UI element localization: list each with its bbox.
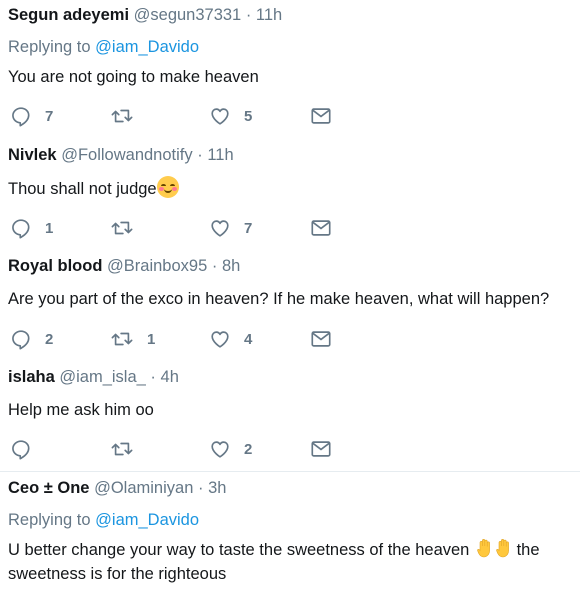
retweet-icon [110,105,134,127]
direct-message-button[interactable] [310,216,332,240]
heart-icon [209,328,231,350]
like-count: 5 [244,107,253,125]
tweet-actions: 2 1 4 [10,327,340,351]
retweet-button[interactable]: 1 [110,327,155,351]
tweet-text: Thou shall not judge [8,176,578,201]
heart-icon [209,438,231,460]
heart-icon [209,105,231,127]
tweet-header: islaha @iam_isla_ · 4h [8,368,179,387]
retweet-icon [110,328,134,350]
display-name[interactable]: Nivlek [8,146,57,164]
like-button[interactable]: 4 [209,327,252,351]
reply-count: 2 [45,330,54,348]
reply-count: 7 [45,107,54,125]
heart-icon [209,217,231,239]
tweet-header: Ceo ± One @Olaminiyan · 3h [8,479,226,498]
raised-hand-icon [496,538,512,558]
reply-icon [10,217,32,239]
display-name[interactable]: Ceo ± One [8,479,90,497]
timestamp[interactable]: 11h [207,146,233,164]
separator: · [245,6,252,24]
envelope-icon [310,328,332,350]
envelope-icon [310,438,332,460]
timestamp[interactable]: 11h [256,6,282,24]
tweet-actions: 2 [10,437,340,461]
mention-link[interactable]: @iam_Davido [95,511,199,529]
reply-icon [10,328,32,350]
like-count: 7 [244,219,253,237]
tweet-text: Are you part of the exco in heaven? If h… [8,290,550,308]
tweet-actions: 7 5 [10,104,340,128]
reply-button[interactable]: 1 [10,216,53,240]
retweet-count: 1 [147,330,156,348]
username[interactable]: @Brainbox95 [107,257,207,275]
direct-message-button[interactable] [310,327,332,351]
timestamp[interactable]: 4h [161,368,179,386]
replying-to: Replying to @iam_Davido [8,511,199,530]
separator: · [211,257,218,275]
mention-link[interactable]: @iam_Davido [95,38,199,56]
retweet-icon [110,217,134,239]
like-count: 4 [244,330,253,348]
display-name[interactable]: Royal blood [8,257,102,275]
like-button[interactable]: 7 [209,216,252,240]
reply-count: 1 [45,219,54,237]
replying-to: Replying to @iam_Davido [8,38,199,57]
tweet[interactable]: Ceo ± One @Olaminiyan · 3h Replying to @… [0,473,580,604]
username[interactable]: @Olaminiyan [94,479,193,497]
like-count: 2 [244,440,253,458]
username[interactable]: @segun37331 [134,6,242,24]
raised-hand-icon [477,538,493,558]
replying-to-label: Replying to [8,38,91,56]
smiling-face-with-blush-icon [156,176,179,198]
timestamp[interactable]: 3h [208,479,226,497]
timestamp[interactable]: 8h [222,257,240,275]
retweet-button[interactable] [110,437,147,461]
separator: · [197,479,204,497]
envelope-icon [310,217,332,239]
envelope-icon [310,105,332,127]
retweet-button[interactable] [110,216,147,240]
replying-to-label: Replying to [8,511,91,529]
reply-icon [10,105,32,127]
reply-button[interactable]: 2 [10,327,53,351]
tweet[interactable]: Nivlek @Followandnotify · 11h Thou shall… [0,140,580,251]
tweet[interactable]: Segun adeyemi @segun37331 · 11h Replying… [0,0,580,140]
tweet-header: Segun adeyemi @segun37331 · 11h [8,6,282,25]
reply-button[interactable]: 7 [10,104,53,128]
reply-icon [10,438,32,460]
like-button[interactable]: 5 [209,104,252,128]
separator: · [197,146,203,164]
direct-message-button[interactable] [310,104,332,128]
retweet-button[interactable] [110,104,147,128]
tweet-text: Help me ask him oo [8,401,154,419]
tweet[interactable]: Royal blood @Brainbox95 · 8h Are you par… [0,251,580,362]
tweet-text-content: Thou shall not judge [8,180,157,198]
like-button[interactable]: 2 [209,437,252,461]
username[interactable]: @iam_isla_ [59,368,145,386]
tweet-actions: 1 7 [10,216,340,240]
tweet-header: Royal blood @Brainbox95 · 8h [8,257,240,276]
tweet-header: Nivlek @Followandnotify · 11h [8,146,234,165]
tweet-text: You are not going to make heaven [8,68,259,86]
separator: · [150,368,156,386]
direct-message-button[interactable] [310,437,332,461]
tweet[interactable]: islaha @iam_isla_ · 4h Help me ask him o… [0,362,580,472]
retweet-icon [110,438,134,460]
reply-button[interactable] [10,437,45,461]
display-name[interactable]: islaha [8,368,55,386]
username[interactable]: @Followandnotify [61,146,192,164]
tweet-text-part: U better change your way to taste the sw… [8,541,470,559]
tweet-text: U better change your way to taste the sw… [8,538,578,586]
display-name[interactable]: Segun adeyemi [8,6,129,24]
